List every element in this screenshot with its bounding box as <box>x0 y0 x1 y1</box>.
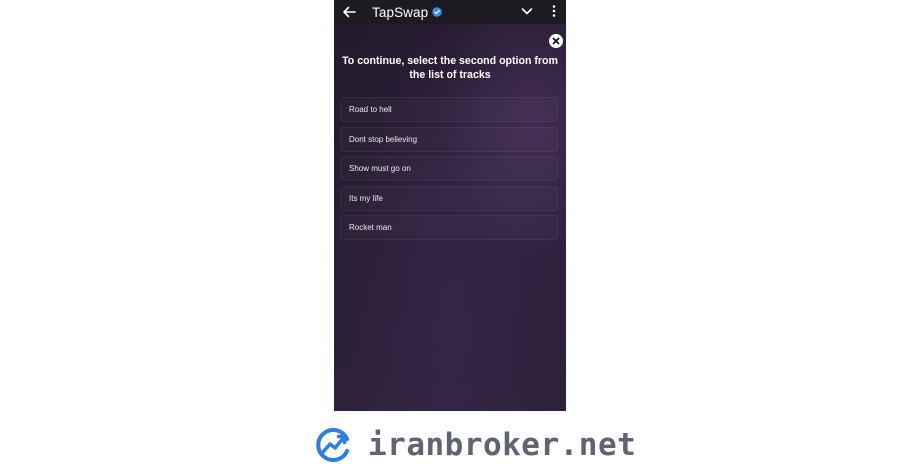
watermark: iranbroker.net <box>314 426 636 464</box>
page: TapSwap To continue, select the second o… <box>0 0 900 471</box>
app-title: TapSwap <box>372 4 429 20</box>
more-vertical-icon[interactable] <box>549 4 559 18</box>
close-icon <box>552 37 560 45</box>
top-bar: TapSwap <box>334 0 566 24</box>
track-option[interactable]: Dont stop believing <box>340 126 558 152</box>
track-option[interactable]: Its my life <box>340 185 558 211</box>
watermark-text: iranbroker.net <box>368 427 637 463</box>
chevron-down-icon[interactable] <box>520 4 534 18</box>
track-option[interactable]: Show must go on <box>340 156 558 182</box>
verified-badge-icon <box>432 7 443 17</box>
track-options-list: Road to hell Dont stop believing Show mu… <box>340 97 558 245</box>
instruction-text: To continue, select the second option fr… <box>342 55 558 81</box>
close-button[interactable] <box>549 34 563 48</box>
arrow-left-icon[interactable] <box>340 3 358 21</box>
track-option[interactable]: Rocket man <box>340 215 558 241</box>
growth-chart-logo <box>316 428 349 462</box>
app-screen: TapSwap To continue, select the second o… <box>334 0 566 411</box>
track-option[interactable]: Road to hell <box>340 97 558 122</box>
chat-title[interactable]: TapSwap <box>372 3 443 21</box>
